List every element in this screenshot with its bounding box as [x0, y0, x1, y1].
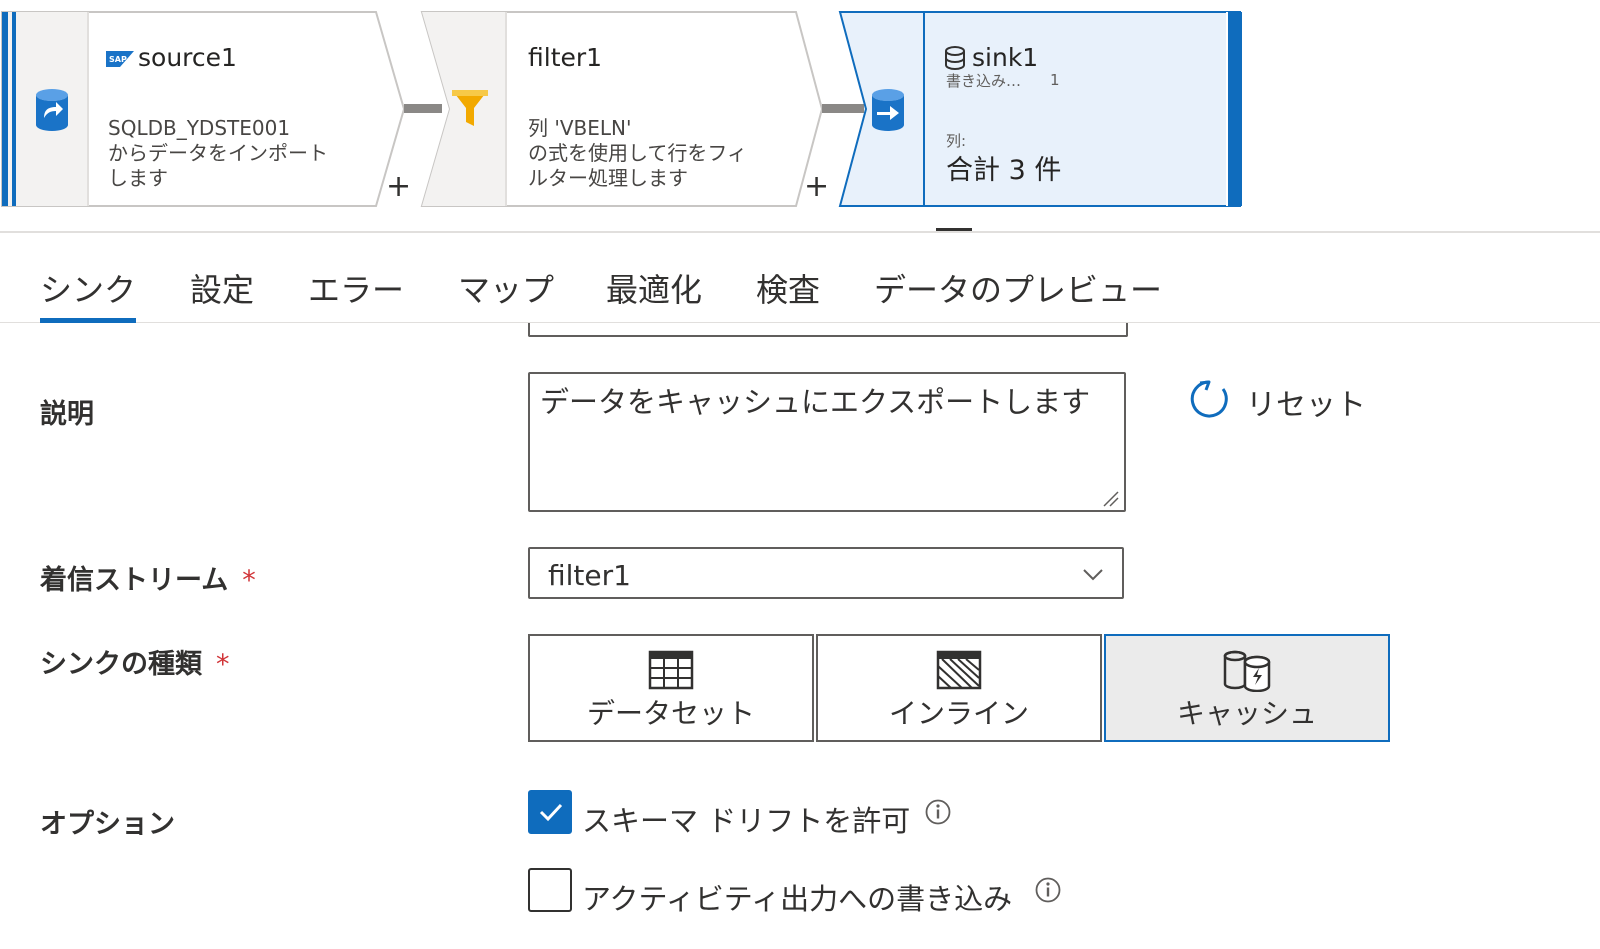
options-label: オプション [40, 809, 175, 840]
settings-tab-bar: シンク 設定 エラー マップ 最適化 検査 データのプレビュー [0, 233, 1600, 323]
sink-columns-total: 合計 3 件 [946, 155, 1062, 186]
reset-label: リセット [1246, 388, 1366, 423]
sink-writes-count: 1 [1050, 71, 1060, 89]
tab-sink[interactable]: シンク [40, 265, 136, 311]
scrolled-field-edge [528, 323, 1128, 337]
table-grid-icon [648, 650, 694, 694]
info-icon[interactable] [1034, 876, 1062, 908]
sink-type-inline-label: インライン [888, 697, 1029, 730]
active-tab-indicator [40, 318, 136, 323]
source-node[interactable]: SAP source1 SQLDB_YDSTE001 からデータをインポート し… [0, 11, 420, 207]
incoming-stream-label: 着信ストリーム * [40, 565, 256, 596]
tab-mapping[interactable]: マップ [458, 265, 554, 311]
tab-optimize[interactable]: 最適化 [606, 265, 702, 311]
required-marker: * [242, 565, 256, 596]
description-textarea[interactable]: データをキャッシュにエクスポートします [528, 372, 1126, 512]
allow-schema-drift-checkbox[interactable] [528, 790, 572, 834]
sink-type-label: シンクの種類 * [40, 649, 230, 680]
description-label: 説明 [40, 399, 94, 430]
filter-add-button[interactable]: + [804, 172, 829, 202]
sap-logo-icon: SAP [106, 51, 134, 71]
incoming-stream-value: filter1 [548, 559, 631, 592]
source-node-description: SQLDB_YDSTE001 からデータをインポート します [108, 116, 328, 190]
write-activity-output-checkbox[interactable] [528, 868, 572, 912]
tab-errors[interactable]: エラー [308, 265, 404, 311]
sink-type-cache-label: キャッシュ [1176, 697, 1317, 730]
allow-schema-drift-label: スキーマ ドリフトを許可 [582, 804, 911, 838]
filter-node-title: filter1 [528, 43, 603, 72]
info-icon[interactable] [924, 798, 952, 830]
filter-node-description: 列 'VBELN' の式を使用して行をフィ ルター処理します [528, 116, 747, 190]
sink-node-title: sink1 [972, 43, 1039, 72]
sink-type-dataset-button[interactable]: データセット [528, 634, 814, 742]
tab-settings[interactable]: 設定 [190, 265, 254, 311]
incoming-stream-select[interactable]: filter1 [528, 547, 1124, 599]
write-activity-output-label: アクティビティ出力への書き込み [582, 882, 1013, 916]
database-export-icon [870, 88, 906, 136]
svg-text:SAP: SAP [109, 55, 127, 64]
filter-node[interactable]: filter1 列 'VBELN' の式を使用して行をフィ ルター処理します + [420, 11, 840, 207]
sink-type-inline-button[interactable]: インライン [816, 634, 1102, 742]
resize-grip-icon[interactable] [1100, 488, 1120, 512]
checkmark-icon [538, 801, 564, 827]
sink-type-cache-button[interactable]: キャッシュ [1104, 634, 1390, 742]
sink-writes-label: 書き込み… [946, 72, 1022, 90]
tab-bar-divider [0, 322, 1600, 323]
source-node-title: source1 [138, 43, 237, 72]
tab-inspect[interactable]: 検査 [756, 265, 820, 311]
sink-node[interactable]: sink1 書き込み… 1 列: 合計 3 件 [838, 11, 1242, 207]
refresh-icon [1188, 378, 1230, 424]
chevron-down-icon [1082, 567, 1104, 586]
source-add-button[interactable]: + [386, 172, 411, 202]
cache-icon [1221, 650, 1273, 696]
database-import-icon [34, 88, 70, 136]
required-marker: * [216, 649, 230, 680]
funnel-icon [450, 86, 490, 134]
tab-data-preview[interactable]: データのプレビュー [874, 265, 1162, 311]
dataflow-canvas: SAP source1 SQLDB_YDSTE001 からデータをインポート し… [0, 0, 1600, 233]
inline-hatch-icon [936, 650, 982, 694]
sink-type-dataset-label: データセット [586, 697, 755, 730]
